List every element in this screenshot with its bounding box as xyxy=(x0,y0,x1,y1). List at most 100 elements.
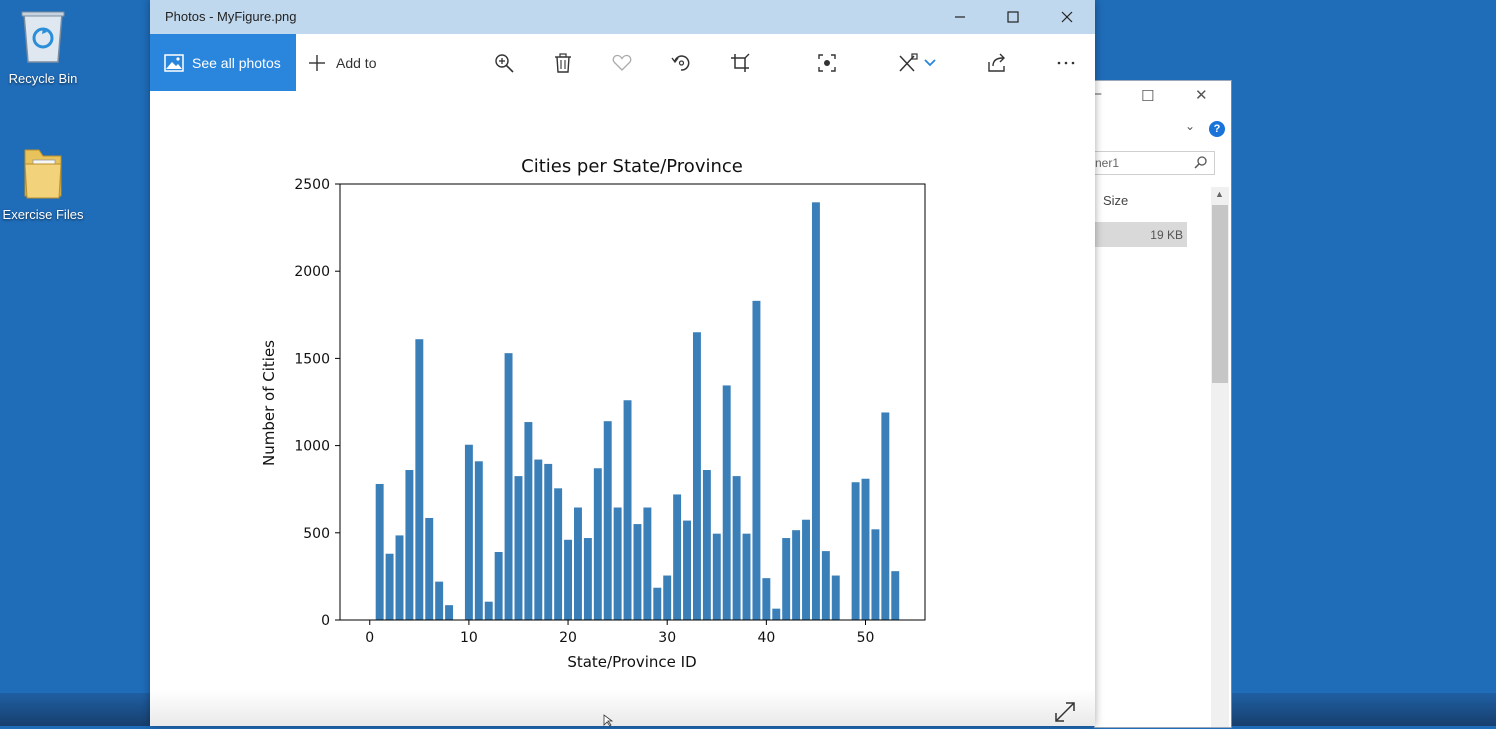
recycle-bin-label: Recycle Bin xyxy=(8,71,78,86)
minimize-icon xyxy=(955,16,965,18)
chart-bar xyxy=(464,444,473,620)
chart-bar xyxy=(375,483,384,620)
chart-bar xyxy=(881,412,890,620)
close-icon xyxy=(1061,11,1073,23)
chart-title: Cities per State/Province xyxy=(521,156,743,177)
more-options-icon[interactable] xyxy=(1051,48,1081,78)
maximize-icon xyxy=(1007,11,1019,23)
delete-icon[interactable] xyxy=(548,48,578,78)
chart-bar xyxy=(782,538,791,620)
crop-icon[interactable] xyxy=(725,48,755,78)
search-input-text: ner1 xyxy=(1095,156,1120,170)
chart-bar xyxy=(802,519,810,620)
add-to-label: Add to xyxy=(336,54,377,71)
chart-bar xyxy=(732,476,741,620)
enhance-icon[interactable] xyxy=(812,48,842,78)
y-tick-label: 0 xyxy=(321,613,330,629)
chart-bar xyxy=(574,507,582,620)
share-icon[interactable] xyxy=(982,48,1012,78)
help-icon[interactable]: ? xyxy=(1209,121,1225,137)
chart-bar xyxy=(742,533,751,620)
chart-bar xyxy=(623,400,632,620)
chart-bar xyxy=(494,551,503,620)
title-bar[interactable]: Photos - MyFigure.png xyxy=(150,0,1095,34)
explorer-maximize-button[interactable]: ☐ xyxy=(1141,87,1154,105)
chart-bar xyxy=(425,517,434,620)
y-axis-label: Number of Cities xyxy=(260,340,278,466)
chart-bar xyxy=(772,608,781,620)
add-to-button[interactable]: Add to xyxy=(308,34,376,91)
chart-bar xyxy=(861,478,870,620)
chart-bar xyxy=(752,300,761,620)
x-tick-label: 20 xyxy=(559,630,577,646)
chart-bar xyxy=(603,421,612,620)
close-button[interactable] xyxy=(1042,0,1092,34)
desktop-icon-recycle-bin[interactable]: Recycle Bin xyxy=(0,6,88,86)
column-header-size[interactable]: Size xyxy=(1103,193,1128,208)
recycle-bin-icon xyxy=(0,6,88,67)
chart-bar xyxy=(692,332,701,620)
mouse-cursor-icon xyxy=(603,714,614,726)
y-tick-label: 500 xyxy=(303,526,330,542)
chart-bar xyxy=(564,539,573,620)
x-tick-label: 40 xyxy=(757,630,775,646)
file-explorer-window[interactable]: ☐ ✕ – ⌄ ? ner1 Size 19 KB ▲ xyxy=(1093,80,1232,728)
chart-bar xyxy=(821,551,830,620)
favorite-heart-icon[interactable] xyxy=(607,48,637,78)
chart-bar xyxy=(474,461,483,620)
chart-bar xyxy=(514,476,523,620)
x-tick-label: 50 xyxy=(857,630,875,646)
chart-bar xyxy=(663,575,672,620)
window-title: Photos - MyFigure.png xyxy=(165,9,297,24)
chart-bar xyxy=(613,507,622,620)
chart-bar xyxy=(683,520,691,620)
see-all-photos-label: See all photos xyxy=(192,54,281,71)
maximize-button[interactable] xyxy=(988,0,1038,34)
exercise-files-label: Exercise Files xyxy=(2,207,84,222)
explorer-search-input[interactable]: ner1 xyxy=(1095,151,1215,175)
chevron-down-icon[interactable]: ⌄ xyxy=(1185,119,1195,133)
x-axis-label: State/Province ID xyxy=(567,653,696,671)
chart-bar xyxy=(871,529,880,620)
explorer-close-button[interactable]: ✕ xyxy=(1195,86,1208,104)
chart-bar xyxy=(405,470,414,620)
chart-bar xyxy=(831,575,840,620)
chart-bar xyxy=(484,601,493,620)
chart-bar xyxy=(593,468,602,620)
viewer-bottom-bar xyxy=(150,690,1095,726)
photos-toolbar: See all photos Add to xyxy=(150,34,1095,91)
scroll-up-icon[interactable]: ▲ xyxy=(1215,189,1224,199)
file-row[interactable]: 19 KB xyxy=(1095,222,1187,247)
zoom-in-icon[interactable] xyxy=(489,48,519,78)
photo-gallery-icon xyxy=(164,53,184,72)
chart-bar xyxy=(554,488,563,620)
minimize-button[interactable] xyxy=(935,0,985,34)
y-tick-label: 1000 xyxy=(294,439,330,455)
x-tick-label: 10 xyxy=(460,630,478,646)
chart-bar xyxy=(524,422,533,620)
chart-bar xyxy=(583,538,592,620)
photos-window[interactable]: Photos - MyFigure.png See all photos Add… xyxy=(150,0,1095,726)
rotate-icon[interactable] xyxy=(666,48,696,78)
chart-bar xyxy=(385,553,394,620)
y-tick-label: 2500 xyxy=(294,177,330,193)
explorer-scrollbar-thumb[interactable] xyxy=(1212,205,1228,383)
chart-bar xyxy=(702,470,711,620)
chart-bar xyxy=(534,459,543,620)
chevron-down-icon[interactable] xyxy=(920,48,940,78)
chart-bar xyxy=(851,482,860,620)
fullscreen-expand-icon[interactable] xyxy=(1053,700,1077,729)
search-icon xyxy=(1194,155,1208,172)
chart-bar xyxy=(633,524,642,620)
x-tick-label: 30 xyxy=(658,630,676,646)
chart-bar xyxy=(653,587,662,620)
desktop-icon-exercise-files[interactable]: Exercise Files xyxy=(0,144,88,222)
chart-bar xyxy=(811,202,820,620)
see-all-photos-button[interactable]: See all photos xyxy=(150,34,296,91)
chart-bar xyxy=(673,494,682,620)
chart-bar xyxy=(792,530,801,620)
chart-bar xyxy=(435,581,444,620)
chart-bar xyxy=(445,605,454,620)
x-tick-label: 0 xyxy=(365,630,374,646)
edit-create-icon[interactable] xyxy=(893,48,923,78)
